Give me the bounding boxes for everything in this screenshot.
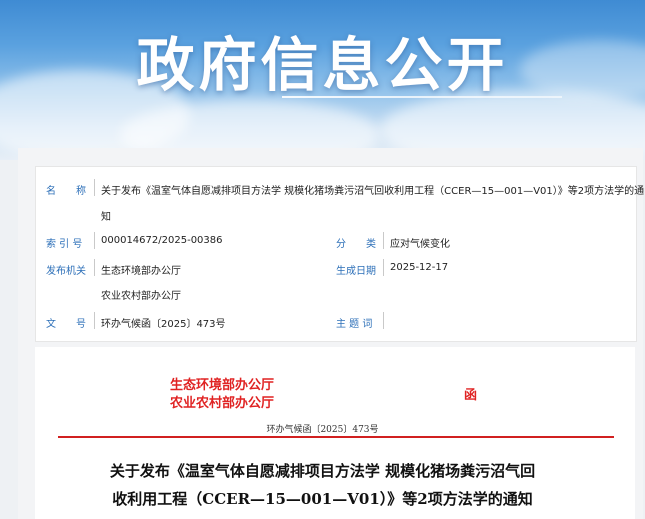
meta-row-docno: 文 号 环办气候函〔2025〕473号 主 题 词 xyxy=(36,312,636,332)
docno-value: 环办气候函〔2025〕473号 xyxy=(101,319,226,330)
index-label: 索 引 号 xyxy=(46,239,83,250)
category-label: 分 类 xyxy=(336,239,376,250)
meta-row-index: 索 引 号 000014672/2025-00386 分 类 应对气候变化 xyxy=(36,232,636,252)
index-value: 000014672/2025-00386 xyxy=(101,235,223,246)
metadata-table: 名 称 关于发布《温室气体自愿减排项目方法学 规模化猪场粪污沼气回收利用工程（C… xyxy=(35,166,644,342)
issuer-value-2: 农业农村部办公厅 xyxy=(101,291,181,302)
banner-title: 政府信息公开 xyxy=(136,31,509,99)
header-banner: 政府信息公开 xyxy=(0,0,645,160)
date-value: 2025-12-17 xyxy=(390,262,449,273)
doc-han: 函 xyxy=(464,388,478,403)
divider xyxy=(94,259,95,276)
divider xyxy=(94,232,95,249)
banner-divider xyxy=(282,96,562,98)
category-value: 应对气候变化 xyxy=(390,239,450,250)
divider xyxy=(94,179,95,196)
date-label: 生成日期 xyxy=(336,266,376,277)
red-divider xyxy=(58,436,614,438)
divider xyxy=(383,259,384,276)
docno-label: 文 号 xyxy=(46,319,86,330)
divider xyxy=(383,232,384,249)
name-value: 关于发布《温室气体自愿减排项目方法学 规模化猪场粪污沼气回收利用工程（CCER—… xyxy=(101,186,645,197)
doc-issuer-2: 农业农村部办公厅 xyxy=(170,396,275,411)
name-value-cont: 知 xyxy=(101,212,111,223)
meta-row-name: 名 称 关于发布《温室气体自愿减排项目方法学 规模化猪场粪污沼气回收利用工程（C… xyxy=(36,179,644,223)
name-label: 名 称 xyxy=(46,186,86,197)
doc-title-line1: 关于发布《温室气体自愿减排项目方法学 规模化猪场粪污沼气回 xyxy=(109,462,536,480)
issuer-value-1: 生态环境部办公厅 xyxy=(101,266,181,277)
topic-label: 主 题 词 xyxy=(336,319,373,330)
doc-issuer-1: 生态环境部办公厅 xyxy=(170,378,275,393)
doc-title-line2: 收利用工程（CCER—15—001—V01）》等2项方法学的通知 xyxy=(112,490,533,508)
meta-row-issuer: 发布机关 生态环境部办公厅 农业农村部办公厅 生成日期 2025-12-17 xyxy=(36,259,636,302)
divider xyxy=(383,312,384,329)
divider xyxy=(94,312,95,329)
issuer-label: 发布机关 xyxy=(46,266,86,277)
doc-number: 环办气候函〔2025〕473号 xyxy=(266,425,379,435)
